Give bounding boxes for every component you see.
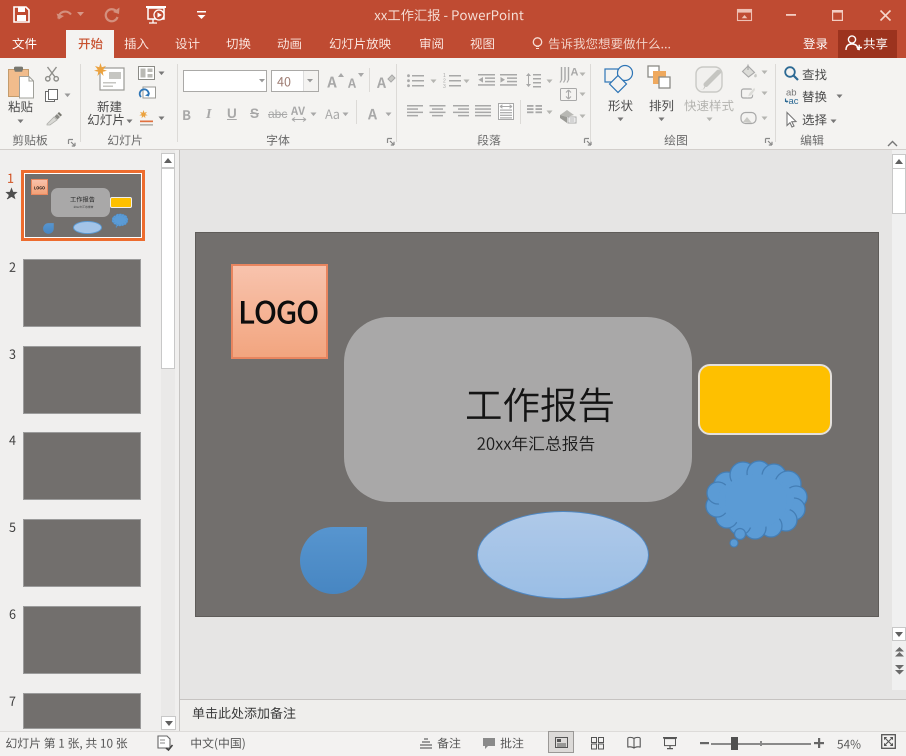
svg-text:ac: ac bbox=[789, 96, 799, 107]
svg-text:A: A bbox=[571, 67, 579, 79]
svg-text:3: 3 bbox=[443, 84, 446, 90]
